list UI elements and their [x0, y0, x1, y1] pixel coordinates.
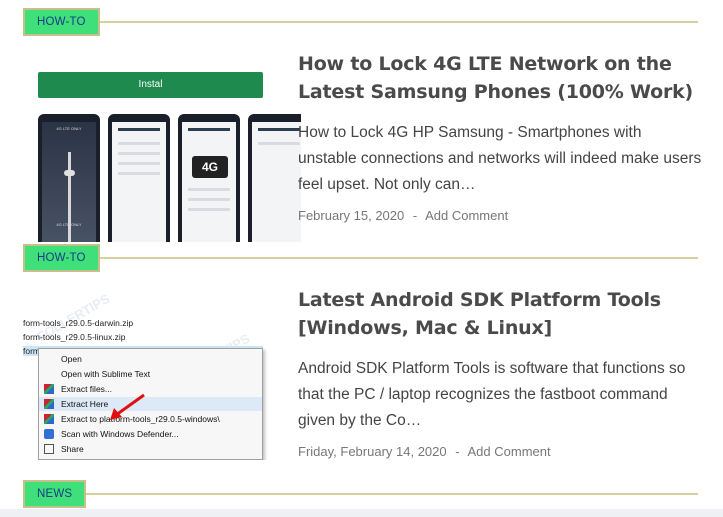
section-divider: [83, 493, 698, 495]
page-footer-strip: [0, 509, 723, 517]
context-menu: Open Open with Sublime Text Extract file…: [38, 348, 263, 460]
section-divider: [83, 257, 698, 259]
post-title-link[interactable]: How to Lock 4G LTE Network on the Latest…: [298, 50, 703, 106]
menu-item-extract-files: Extract files...: [39, 382, 262, 396]
red-arrow-icon: [110, 393, 145, 420]
menu-item-extract-to: Extract to platform-tools_r29.0.5-window…: [39, 412, 262, 426]
section-divider: [83, 21, 698, 23]
category-tag-howto[interactable]: HOW-TO: [23, 244, 100, 272]
post-thumbnail[interactable]: FOLLERTIPS FOLLERTIPS form-tools_r29.0.5…: [23, 290, 301, 460]
phone-screenshot: [108, 114, 170, 242]
section-header-howto-2: HOW-TO: [23, 244, 698, 272]
post-excerpt: How to Lock 4G HP Samsung - Smartphones …: [298, 124, 702, 193]
post-meta: Friday, February 14, 2020 - Add Comment: [298, 444, 703, 459]
share-icon: [44, 444, 54, 454]
menu-item-open: Open: [61, 354, 82, 364]
category-tag-news[interactable]: NEWS: [23, 480, 87, 508]
category-tag-howto[interactable]: HOW-TO: [23, 8, 100, 36]
winrar-icon: [44, 384, 54, 394]
post-meta: February 15, 2020 - Add Comment: [298, 208, 703, 223]
post-body: How to Lock 4G LTE Network on the Latest…: [298, 50, 703, 223]
winrar-icon: [44, 414, 54, 424]
shield-icon: [44, 429, 54, 439]
add-comment-link[interactable]: Add Comment: [468, 444, 551, 459]
phone-screenshot: 4G LTE ONLY 4G LTE ONLY: [38, 114, 100, 242]
post-thumbnail[interactable]: Instal 4G LTE ONLY 4G LTE ONLY 4G: [38, 72, 301, 242]
menu-item-extract-here: Extract Here: [39, 397, 262, 411]
post-date: February 15, 2020: [298, 208, 405, 223]
post-excerpt: Android SDK Platform Tools is software t…: [298, 360, 686, 429]
section-header-news: NEWS: [23, 480, 698, 508]
post-body: Latest Android SDK Platform Tools [Windo…: [298, 286, 703, 459]
file-name: form-tools_r29.0.5-linux.zip: [23, 332, 126, 342]
add-comment-link[interactable]: Add Comment: [425, 208, 508, 223]
post-title-link[interactable]: Latest Android SDK Platform Tools [Windo…: [298, 286, 703, 342]
meta-separator: -: [412, 208, 418, 223]
file-name: form-tools_r29.0.5-darwin.zip: [23, 318, 134, 328]
menu-item-scan-defender: Scan with Windows Defender...: [39, 427, 262, 441]
post-date: Friday, February 14, 2020: [298, 444, 447, 459]
winrar-icon: [44, 399, 54, 409]
menu-item-share: Share: [39, 442, 262, 456]
phone-screenshot: 4G: [178, 114, 240, 242]
section-header-howto-1: HOW-TO: [23, 8, 698, 36]
menu-item-open-sublime: Open with Sublime Text: [61, 369, 151, 379]
phone-screenshot: [248, 114, 301, 242]
install-button-image: Instal: [38, 72, 263, 98]
meta-separator: -: [455, 444, 460, 459]
